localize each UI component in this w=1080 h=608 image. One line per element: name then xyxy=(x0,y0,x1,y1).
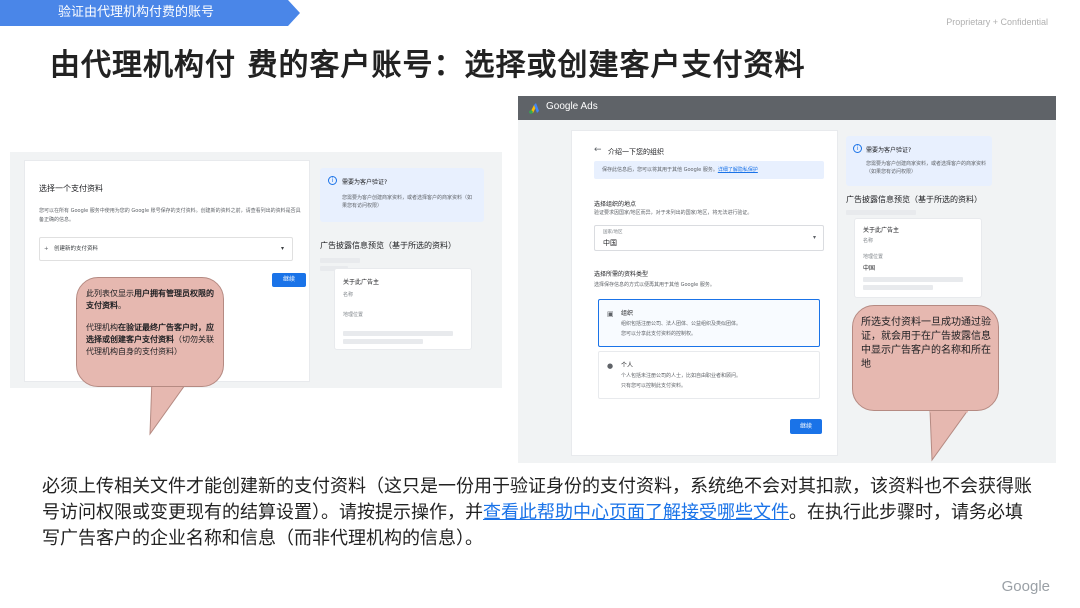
preview-title: 广告披露信息预览（基于所选的资料） xyxy=(320,241,456,250)
verify-info-box: i 需要为客户验证? 您需要为客户创建商家资料，或者选择客户的商家资料（如果您有… xyxy=(320,168,484,222)
left-side-panel: i 需要为客户验证? 您需要为客户创建商家资料，或者选择客户的商家资料（如果您有… xyxy=(318,160,496,382)
name-label: 名称 xyxy=(863,238,874,244)
info-description: 您需要为客户创建商家资料，或者选择客户的商家资料（如果您有访问权限） xyxy=(866,161,987,175)
info-title: 需要为客户验证? xyxy=(866,147,912,154)
person-title: 个人 xyxy=(621,362,634,369)
location-value: 中国 xyxy=(863,265,876,272)
continue-button[interactable]: 继续 xyxy=(272,273,306,287)
proprietary-label: Proprietary + Confidential xyxy=(946,17,1048,27)
advertiser-preview-card: 关于此广告主 名称 地理位置 xyxy=(334,268,472,350)
caret-down-icon: ▾ xyxy=(280,245,284,252)
country-field-label: 国家/地区 xyxy=(603,230,623,235)
type-section-title: 选择所需的资料类型 xyxy=(594,271,649,278)
advertiser-preview-card: 关于此广告主 名称 地理位置 中国 xyxy=(854,218,982,298)
country-select[interactable]: 国家/地区 中国 ▾ xyxy=(594,225,824,251)
select-label: 创建新的支付资料 xyxy=(54,246,99,252)
info-description: 您需要为客户创建商家资料，或者选择客户的商家资料（如果您有访问权限） xyxy=(342,195,473,209)
callout-bubble-left: 此列表仅显示用户拥有管理员权限的支付资料。 代理机构在验证最终广告客户时，应选择… xyxy=(76,277,224,387)
bubble-left-para2: 代理机构在验证最终广告客户时，应选择或创建客户支付资料（切勿关联代理机构自身的支… xyxy=(86,323,214,356)
placeholder-bar xyxy=(343,339,423,344)
card-heading: 选择一个支付资料 xyxy=(39,184,103,193)
verify-info-box: i 需要为客户验证? 您需要为客户创建商家资料，或者选择客户的商家资料（如果您有… xyxy=(846,136,992,186)
card-title: 介绍一下您的组织 xyxy=(608,148,664,156)
card-description: 您可以在所有 Google 服务中使用为您的 Google 账号保存的支付资料。… xyxy=(39,208,301,223)
payment-profile-select[interactable]: + 创建新的支付资料 ▾ xyxy=(39,237,293,261)
plus-icon: + xyxy=(44,246,49,252)
info-title: 需要为客户验证? xyxy=(342,179,388,186)
org-desc1: 组织包括注册公司、法人团体、公益组织及类似团体。 xyxy=(621,321,742,327)
google-ads-logo-icon xyxy=(529,103,539,114)
location-section-sub: 验证要求因国家/地区而异，对于未列出的国家/地区，将无法进行验证。 xyxy=(594,210,753,216)
alert-text: 保存此信息后，您可以将其用于其他 Google 服务。 xyxy=(602,167,718,173)
back-arrow-icon[interactable]: ← xyxy=(594,145,602,155)
google-ads-topbar: Google Ads xyxy=(518,96,1056,120)
placeholder-bar xyxy=(846,210,916,215)
location-label: 地理位置 xyxy=(343,312,364,318)
callout-bubble-right: 所选支付资料一旦成功通过验证，就会用于在广告披露信息中显示广告客户的名称和所在地 xyxy=(852,305,999,411)
info-icon: i xyxy=(328,176,337,185)
briefcase-icon: ▣ xyxy=(607,310,614,318)
location-label: 地理位置 xyxy=(863,254,884,260)
org-title: 组织 xyxy=(621,310,634,317)
person-icon: ● xyxy=(607,362,614,370)
option-individual[interactable]: ● 个人 个人包括未注册公司的人士，比如自由职业者和顾问。 只有您可以控制此支付… xyxy=(598,351,820,399)
privacy-link[interactable]: 详细了解隐私保护 xyxy=(718,167,758,173)
body-paragraph: 必须上传相关文件才能创建新的支付资料（这只是一份用于验证身份的支付资料，系统绝不… xyxy=(42,474,1038,552)
location-section-title: 选择组织的地点 xyxy=(594,201,637,208)
placeholder-bar xyxy=(320,258,360,263)
info-icon: i xyxy=(853,144,862,153)
person-desc1: 个人包括未注册公司的人士，比如自由职业者和顾问。 xyxy=(621,373,742,379)
advertiser-heading: 关于此广告主 xyxy=(343,279,380,286)
preview-title: 广告披露信息预览（基于所选的资料） xyxy=(846,195,982,204)
placeholder-bar xyxy=(343,331,453,336)
organization-card: ← 介绍一下您的组织 保存此信息后，您可以将其用于其他 Google 服务。详细… xyxy=(571,130,838,456)
privacy-alert: 保存此信息后，您可以将其用于其他 Google 服务。详细了解隐私保护 xyxy=(594,161,824,179)
caret-down-icon: ▾ xyxy=(812,234,816,241)
advertiser-heading: 关于此广告主 xyxy=(863,227,900,234)
section-tag: 验证由代理机构付费的账号 xyxy=(0,0,300,26)
bubble-tail-right xyxy=(929,410,969,462)
name-label: 名称 xyxy=(343,292,354,298)
slide-title: 由代理机构付 费的客户账号：选择或创建客户支付资料 xyxy=(50,48,806,83)
country-field-value: 中国 xyxy=(603,239,617,247)
org-desc2: 您可以分享此支付资料的控制权。 xyxy=(621,331,697,337)
type-section-sub: 选择保存信息的方式以便再其用于其他 Google 服务。 xyxy=(594,282,715,288)
placeholder-bar xyxy=(863,285,933,290)
continue-button[interactable]: 继续 xyxy=(790,419,822,434)
google-logo: Google xyxy=(1001,578,1050,595)
person-desc2: 只有您可以控制此支付资料。 xyxy=(621,383,687,389)
help-center-link[interactable]: 查看此帮助中心页面了解接受哪些文件 xyxy=(483,502,789,523)
option-organization[interactable]: ▣ 组织 组织包括注册公司、法人团体、公益组织及类似团体。 您可以分享此支付资料… xyxy=(598,299,820,347)
placeholder-bar xyxy=(863,277,963,282)
bubble-left-para1: 此列表仅显示用户拥有管理员权限的支付资料。 xyxy=(86,289,214,310)
bubble-right-text: 所选支付资料一旦成功通过验证，就会用于在广告披露信息中显示广告客户的名称和所在地 xyxy=(861,317,991,370)
app-name: Google Ads xyxy=(546,101,598,112)
